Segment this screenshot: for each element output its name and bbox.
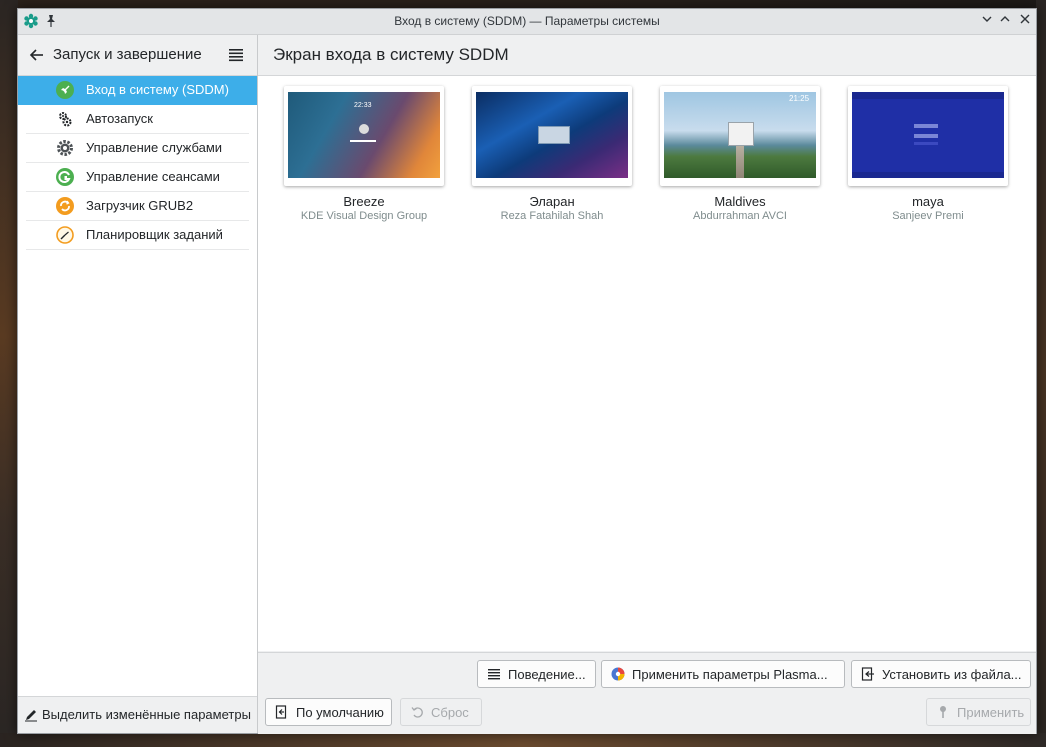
maldives-clock-text: 21:25 <box>789 94 810 103</box>
login-box-preview <box>538 126 570 144</box>
chevron-up-icon <box>1000 16 1010 22</box>
maya-username-field-preview <box>914 124 938 128</box>
rocket-icon <box>56 81 74 99</box>
defaults-button-label: По умолчанию <box>296 705 384 720</box>
desktop-background-left <box>0 0 18 747</box>
maya-bottombar-preview <box>852 172 1004 178</box>
maya-password-field-preview <box>914 134 938 138</box>
sidebar: Запуск и завершение Вход в систему (SDDM… <box>18 35 258 733</box>
login-box-preview <box>728 122 754 146</box>
theme-author: Sanjeev Premi <box>892 210 964 222</box>
window-title: Вход в систему (SDDM) — Параметры систем… <box>394 14 660 28</box>
theme-preview[interactable] <box>472 86 632 186</box>
sidebar-header: Запуск и завершение <box>18 35 257 76</box>
theme-author: Abdurrahman AVCI <box>693 210 787 222</box>
pier-preview <box>736 146 744 178</box>
bottom-button-bar: Поведение... Применить параметры Plasma.… <box>258 652 1036 734</box>
reset-button[interactable]: Сброс <box>400 698 482 726</box>
theme-name: Эларан <box>529 194 575 209</box>
theme-name: Maldives <box>714 194 766 209</box>
highlight-changed-settings-button[interactable]: Выделить изменённые параметры <box>18 696 257 733</box>
breeze-clock-text: 22:33 <box>354 102 372 109</box>
theme-preview[interactable] <box>848 86 1008 186</box>
sidebar-item-label: Вход в систему (SDDM) <box>86 82 229 97</box>
maya-topbar-preview <box>852 92 1004 99</box>
theme-name: Breeze <box>343 194 385 209</box>
main-panel: Экран входа в систему SDDM 22:33 Breeze … <box>258 35 1036 734</box>
minimize-button[interactable] <box>979 13 995 29</box>
theme-name: maya <box>912 194 944 209</box>
elarun-preview-image <box>476 92 628 178</box>
password-field-preview <box>350 140 376 142</box>
defaults-icon <box>275 705 287 719</box>
maximize-button[interactable] <box>997 13 1013 29</box>
desktop-background-bottom <box>0 733 1046 747</box>
list-icon <box>488 669 500 680</box>
sidebar-item-label: Загрузчик GRUB2 <box>86 198 194 213</box>
theme-author: Reza Fatahilah Shah <box>500 210 604 222</box>
behavior-button[interactable]: Поведение... <box>477 660 596 688</box>
maldives-preview-image: 21:25 <box>664 92 816 178</box>
close-button[interactable] <box>1017 13 1033 29</box>
undo-icon <box>411 707 423 718</box>
main-header: Экран входа в систему SDDM <box>258 35 1036 76</box>
sidebar-item-sessions[interactable]: Управление сеансами <box>26 163 249 192</box>
theme-card-maya[interactable]: maya Sanjeev Premi <box>848 86 1008 231</box>
titlebar[interactable]: Вход в систему (SDDM) — Параметры систем… <box>18 9 1036 35</box>
plasma-icon <box>611 667 625 681</box>
apply-button-label: Применить <box>957 705 1025 720</box>
sidebar-item-label: Управление сеансами <box>86 169 220 184</box>
maya-login-button-preview <box>914 142 938 145</box>
pencil-icon <box>25 710 37 722</box>
sidebar-title: Запуск и завершение <box>53 46 202 63</box>
install-from-file-button[interactable]: Установить из файла... <box>851 660 1031 688</box>
close-icon <box>1020 14 1030 24</box>
grub-icon <box>56 197 74 215</box>
sidebar-item-label: Планировщик заданий <box>86 227 223 242</box>
import-file-icon <box>861 667 874 681</box>
apply-pin-icon <box>940 706 946 718</box>
clock-icon <box>56 226 74 244</box>
theme-author: KDE Visual Design Group <box>300 210 428 222</box>
sidebar-item-scheduler[interactable]: Планировщик заданий <box>26 221 249 250</box>
reset-button-label: Сброс <box>431 705 469 720</box>
install-from-file-label: Установить из файла... <box>882 667 1022 682</box>
apply-plasma-settings-button[interactable]: Применить параметры Plasma... <box>601 660 845 688</box>
page-title: Экран входа в систему SDDM <box>273 45 509 64</box>
maya-preview-image <box>852 92 1004 178</box>
sidebar-item-label: Управление службами <box>86 140 223 155</box>
hamburger-menu-icon[interactable] <box>228 47 244 63</box>
sidebar-item-label: Автозапуск <box>86 111 153 126</box>
sidebar-item-services[interactable]: Управление службами <box>26 134 249 163</box>
gear-icon <box>57 140 73 156</box>
sidebar-nav-list: Вход в систему (SDDM) Автозапуск Управле… <box>18 76 257 250</box>
theme-card-maldives[interactable]: 21:25 Maldives Abdurrahman AVCI <box>660 86 820 231</box>
highlight-changed-label: Выделить изменённые параметры <box>42 707 251 722</box>
gears-icon <box>59 112 72 127</box>
apply-plasma-label: Применить параметры Plasma... <box>632 667 828 682</box>
theme-preview[interactable]: 22:33 <box>284 86 444 186</box>
breeze-preview-image: 22:33 <box>288 92 440 178</box>
theme-grid: 22:33 Breeze KDE Visual Design Group Эла… <box>258 76 1036 651</box>
sidebar-item-grub[interactable]: Загрузчик GRUB2 <box>26 192 249 221</box>
sidebar-item-autostart[interactable]: Автозапуск <box>26 105 249 134</box>
back-arrow-icon[interactable] <box>29 47 45 63</box>
apply-button[interactable]: Применить <box>926 698 1031 726</box>
system-settings-window: Вход в систему (SDDM) — Параметры систем… <box>17 8 1037 734</box>
theme-preview[interactable]: 21:25 <box>660 86 820 186</box>
user-avatar-icon <box>359 124 369 134</box>
session-icon <box>56 168 74 186</box>
chevron-down-icon <box>982 16 992 22</box>
behavior-button-label: Поведение... <box>508 667 586 682</box>
theme-card-elarun[interactable]: Эларан Reza Fatahilah Shah <box>472 86 632 231</box>
sidebar-item-sddm[interactable]: Вход в систему (SDDM) <box>18 76 257 105</box>
desktop-background-right <box>1036 0 1046 747</box>
defaults-button[interactable]: По умолчанию <box>265 698 392 726</box>
theme-card-breeze[interactable]: 22:33 Breeze KDE Visual Design Group <box>284 86 444 231</box>
